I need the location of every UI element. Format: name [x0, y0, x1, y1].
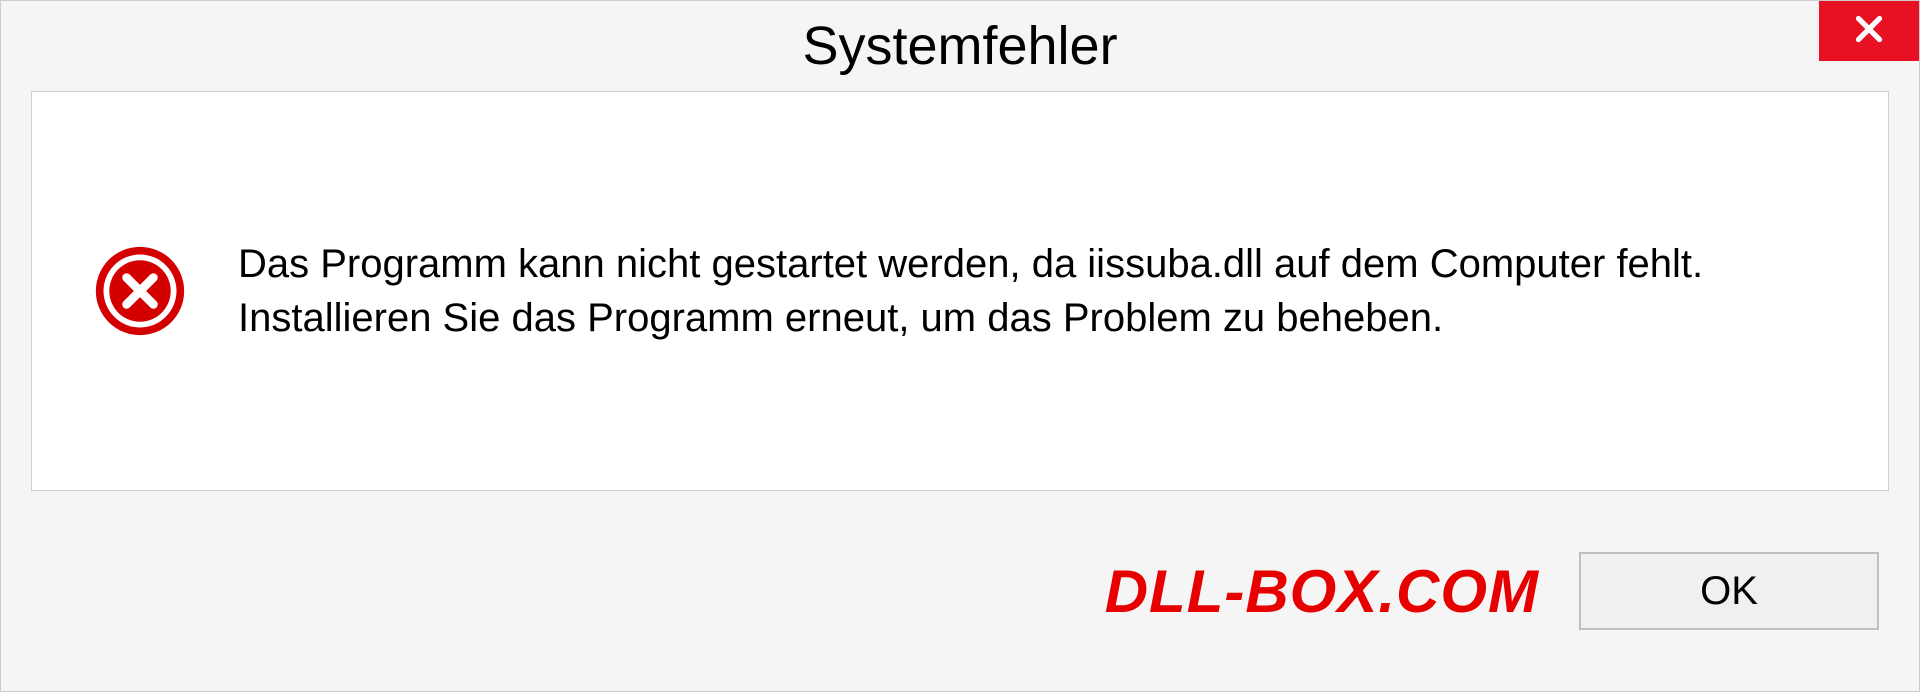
error-message: Das Programm kann nicht gestartet werden…	[238, 237, 1828, 345]
message-panel: Das Programm kann nicht gestartet werden…	[31, 91, 1889, 491]
ok-button[interactable]: OK	[1579, 552, 1879, 630]
watermark-text: DLL-BOX.COM	[1105, 557, 1539, 626]
error-dialog: Systemfehler Das Programm kann nicht ges…	[0, 0, 1920, 692]
close-icon	[1851, 11, 1887, 52]
titlebar: Systemfehler	[1, 1, 1919, 91]
dialog-title: Systemfehler	[802, 15, 1117, 77]
error-icon	[92, 243, 188, 339]
close-button[interactable]	[1819, 1, 1919, 61]
dialog-footer: DLL-BOX.COM OK	[1, 521, 1919, 691]
ok-button-label: OK	[1700, 569, 1758, 614]
